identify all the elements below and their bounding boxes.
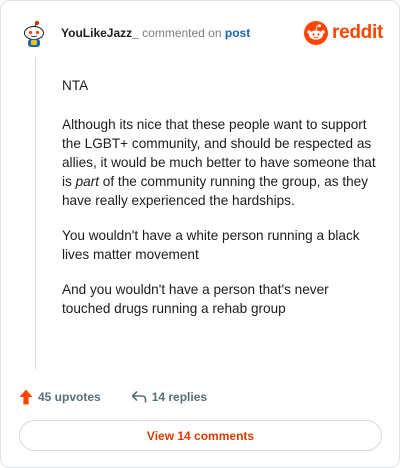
snoo-avatar-icon[interactable] (19, 19, 49, 49)
reddit-wordmark: reddit (332, 22, 383, 43)
view-comments-button[interactable]: View 14 comments (19, 420, 382, 451)
comment-actions: 45 upvotes 14 replies (19, 386, 207, 408)
comment-paragraph-1: NTA (62, 78, 89, 93)
upvotes-count: 45 upvotes (38, 390, 101, 404)
upvote-button[interactable]: 45 upvotes (19, 389, 101, 405)
replies-button[interactable]: 14 replies (131, 390, 207, 404)
paragraph-2-text-after: of the community running the group, as t… (62, 174, 369, 208)
comment-header: YouLikeJazz_ commented on post reddit (19, 17, 383, 51)
upvote-arrow-icon (19, 389, 33, 405)
comment-card: YouLikeJazz_ commented on post reddit NT… (0, 0, 400, 468)
comment-body: NTA Although its nice that these people … (62, 76, 380, 334)
reddit-logo[interactable]: reddit (304, 20, 383, 46)
comment-paragraph-4: And you wouldn't have a person that's ne… (62, 282, 329, 316)
post-link[interactable]: post (225, 26, 250, 40)
comment-byline: YouLikeJazz_ commented on post (61, 26, 250, 40)
comment-paragraph-3: You wouldn't have a white person running… (62, 228, 360, 262)
replies-count: 14 replies (151, 390, 208, 404)
comment-paragraph-2: Although its nice that these people want… (62, 115, 380, 210)
reddit-alien-icon (304, 21, 329, 45)
thread-line (35, 57, 36, 369)
paragraph-2-italic-text: part (75, 174, 100, 189)
reply-arrow-icon (131, 391, 147, 403)
byline-action-text: commented on (142, 26, 222, 40)
username-link[interactable]: YouLikeJazz_ (61, 26, 139, 40)
